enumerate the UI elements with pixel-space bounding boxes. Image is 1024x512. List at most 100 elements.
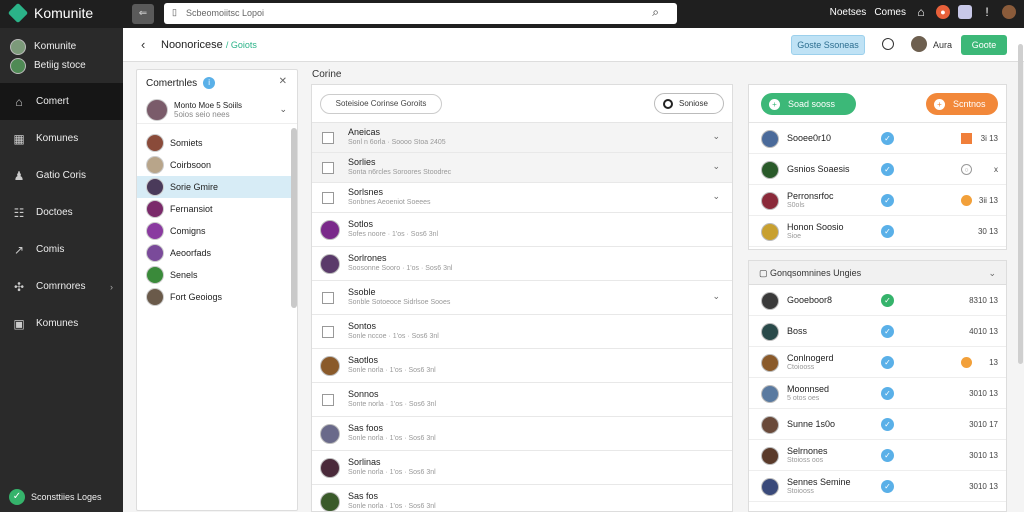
notification-icon[interactable]: ●	[936, 5, 950, 19]
flag-icon[interactable]	[958, 5, 972, 19]
list-filter-pill[interactable]: Soteisioe Corinse Goroits	[320, 94, 442, 114]
flag-icon[interactable]	[961, 357, 972, 368]
list-item[interactable]: Aneicas Sonl n 6orla · Soooo Stoa 2405 ⌄	[312, 123, 732, 153]
sidebar-item-comert[interactable]: ⌂ Comert	[0, 83, 123, 120]
page-title-tag[interactable]: / Goiots	[226, 40, 257, 50]
list-item[interactable]: Sorlrones Soosonne Sooro · 1'os · Sos6 3n…	[312, 247, 732, 281]
list-item[interactable]: Boss ✓ 4010 13	[749, 316, 1006, 347]
list-item[interactable]: Sorlinas Sonle norla · 1'os · Sos6 3nl	[312, 451, 732, 485]
list-item[interactable]: Sennes Semine Stoiooss ✓ 3010 13	[749, 471, 1006, 502]
sidebar-user[interactable]: Betiig stoce	[0, 56, 123, 75]
sidebar-item-komunes[interactable]: ▦ Komunes	[0, 120, 123, 157]
orange-pill-button[interactable]: + Scntnos	[926, 93, 998, 115]
status-check-icon[interactable]: ✓	[881, 480, 894, 493]
row-checkbox[interactable]	[322, 192, 334, 204]
list-item[interactable]: Moonnsed 5 otos oes ✓ 3010 13	[749, 378, 1006, 409]
flag-icon[interactable]	[961, 195, 972, 206]
list-item[interactable]: Gsnios Soaesis ✓ ○ x	[749, 154, 1006, 185]
top-link-comes[interactable]: Comes	[874, 7, 906, 18]
row-checkbox[interactable]	[322, 326, 334, 338]
contacts-scrollbar[interactable]	[291, 128, 297, 308]
home-icon[interactable]: ⌂	[914, 5, 928, 19]
sidebar-item-doctoes[interactable]: ☷ Doctoes	[0, 194, 123, 231]
close-icon[interactable]: ✕	[279, 76, 287, 87]
chevron-down-icon[interactable]: ⌄	[279, 104, 287, 115]
sidebar-footer[interactable]: ✓ Sconsttiies Loges	[0, 482, 123, 512]
contact-item[interactable]: Sorie Gmire	[137, 176, 297, 198]
status-check-icon[interactable]: ✓	[881, 163, 894, 176]
contact-item[interactable]: Coirbsoon	[137, 154, 297, 176]
info-icon[interactable]: i	[203, 77, 216, 89]
list-item[interactable]: Conlnogerd Ctoiooss ✓ 13	[749, 347, 1006, 378]
sidebar-item-comis[interactable]: ↗ Comis	[0, 231, 123, 268]
list-item[interactable]: Saotlos Sonle norla · 1'os · Sos6 3nl	[312, 349, 732, 383]
chevron-down-icon[interactable]: ⌄	[712, 191, 720, 202]
contact-item[interactable]: Fort Geoiogs	[137, 286, 297, 308]
current-user-row[interactable]: Monto Moe 5 Soiils 5oios seio nees ⌄	[137, 96, 297, 124]
status-check-icon[interactable]: ✓	[881, 225, 894, 238]
app-logo[interactable]: Komunite	[7, 2, 93, 24]
status-check-icon[interactable]: ✓	[881, 418, 894, 431]
status-check-icon[interactable]: ✓	[881, 194, 894, 207]
status-check-icon[interactable]: ✓	[881, 387, 894, 400]
list-item[interactable]: Selrnones Stoioss oos ✓ 3010 13	[749, 440, 1006, 471]
back-arrow-icon[interactable]: ‹	[141, 37, 145, 52]
row-checkbox[interactable]	[322, 132, 334, 144]
row-checkbox[interactable]	[322, 292, 334, 304]
list-item[interactable]: Gooeboor8 ✓ 8310 13	[749, 285, 1006, 316]
sidebar-item-komunes-2[interactable]: ▣ Komunes	[0, 305, 123, 342]
list-item[interactable]: Honon Soosio Sioe ✓ 30 13	[749, 216, 1006, 247]
flag-icon[interactable]: ○	[961, 164, 972, 175]
contact-item[interactable]: Senels	[137, 264, 297, 286]
list-item[interactable]: Sorlies Sonta n6rcles Soroores Stoodrec ⌄	[312, 153, 732, 183]
sidebar-item-comrnores[interactable]: ✣ Comrnores ›	[0, 268, 123, 305]
contact-item[interactable]: Somiets	[137, 132, 297, 154]
contact-item[interactable]: Aeoorfads	[137, 242, 297, 264]
row-checkbox[interactable]	[322, 394, 334, 406]
contacts-header: Comertnles i ✕	[137, 70, 297, 96]
chevron-down-icon[interactable]: ⌄	[712, 291, 720, 302]
flag-icon[interactable]	[961, 133, 972, 144]
status-check-icon[interactable]: ✓	[881, 294, 894, 307]
list-item[interactable]: Sontos Sonle nccoe · 1'os · Sos6 3nl	[312, 315, 732, 349]
status-check-icon[interactable]: ✓	[881, 132, 894, 145]
status-circle-icon[interactable]	[882, 38, 894, 50]
list-item[interactable]: Sonnos Sonte norla · 1'os · Sos6 3nl	[312, 383, 732, 417]
contacts-title: Comertnles	[146, 77, 198, 89]
list-item[interactable]: Perronsrfoc S0ols ✓ 3ii 13	[749, 185, 1006, 216]
alert-icon[interactable]: !	[980, 5, 994, 19]
sidebar-item-gatio-coris[interactable]: ♟ Gatio Coris	[0, 157, 123, 194]
list-item[interactable]: Sooee0r10 ✓ 3i 13	[749, 123, 1006, 154]
page-scrollbar[interactable]	[1018, 44, 1023, 364]
list-item[interactable]: Ssoble Sonble Sotoeoce Sidrlsoe Sooes ⌄	[312, 281, 732, 315]
sidebar-user[interactable]: Komunite	[0, 37, 123, 56]
contact-item[interactable]: Comigns	[137, 220, 297, 242]
list-item[interactable]: Sas foos Sonle norla · 1'os · Sos6 3nl	[312, 417, 732, 451]
header-blue-button[interactable]: Goste Ssoneas	[791, 35, 865, 55]
list-item[interactable]: Sotlos Sofes noore · 1'os · Sos6 3nl	[312, 213, 732, 247]
user-avatar-icon[interactable]	[1002, 5, 1016, 19]
status-check-icon[interactable]: ✓	[881, 356, 894, 369]
top-link-notes[interactable]: Noetses	[830, 7, 867, 18]
header-green-button[interactable]: Goote	[961, 35, 1007, 55]
avatar	[320, 424, 340, 444]
search-icon[interactable]: ⌕	[652, 5, 659, 20]
green-pill-button[interactable]: + Soad sooss	[761, 93, 856, 115]
avatar[interactable]	[911, 36, 927, 52]
chevron-down-icon[interactable]: ⌄	[712, 131, 720, 142]
avatar	[761, 446, 779, 465]
back-button[interactable]: ⇐	[132, 4, 154, 24]
avatar	[761, 222, 779, 241]
contact-item[interactable]: Fernansiot	[137, 198, 297, 220]
list-item[interactable]: Sas fos Sonle norla · 1'os · Sos6 3nl	[312, 485, 732, 511]
list-item[interactable]: Sorlsnes Sonbnes Aeoeniot Soeees ⌄	[312, 183, 732, 213]
list-item[interactable]: Sunne 1s0o ✓ 3010 17	[749, 409, 1006, 440]
right-bottom-header[interactable]: ▢ Gonqsomnines Ungies ⌄	[749, 261, 1006, 285]
status-check-icon[interactable]: ✓	[881, 449, 894, 462]
chevron-down-icon[interactable]: ⌄	[988, 261, 996, 285]
chevron-down-icon[interactable]: ⌄	[712, 161, 720, 172]
status-check-icon[interactable]: ✓	[881, 325, 894, 338]
list-action-button[interactable]: Soniose	[654, 93, 724, 114]
search-input[interactable]: ▯ Scbeomoiitsc Lopoi ⌕	[164, 3, 677, 24]
row-checkbox[interactable]	[322, 162, 334, 174]
